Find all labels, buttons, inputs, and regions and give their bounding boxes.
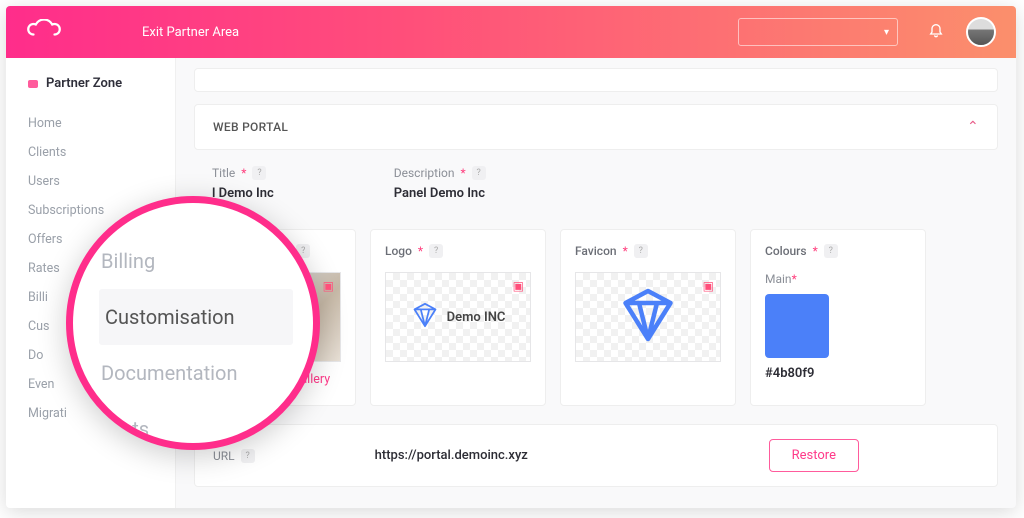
logo-card: Logo *? ▣ Demo INC xyxy=(370,229,546,406)
restore-button[interactable]: Restore xyxy=(769,439,859,472)
search-dropdown[interactable]: ▾ xyxy=(738,18,898,46)
exit-partner-area-link[interactable]: Exit Partner Area xyxy=(142,25,239,40)
section-header[interactable]: WEB PORTAL ⌃ xyxy=(195,105,997,149)
sidebar-item-clients[interactable]: Clients xyxy=(28,138,159,167)
partner-zone-icon xyxy=(28,80,38,88)
diamond-icon xyxy=(411,301,439,333)
required-icon: * xyxy=(460,166,465,180)
required-icon: * xyxy=(813,244,818,258)
chevron-up-icon: ⌃ xyxy=(967,119,979,135)
required-icon: * xyxy=(792,272,797,286)
description-value[interactable]: Panel Demo Inc xyxy=(394,186,486,201)
required-icon: * xyxy=(241,166,246,180)
brand-logo-icon xyxy=(26,19,62,45)
folder-icon[interactable]: ▣ xyxy=(513,279,524,293)
help-icon[interactable]: ? xyxy=(634,244,648,258)
logo-text: Demo INC xyxy=(447,310,506,325)
topbar: Exit Partner Area ▾ xyxy=(6,6,1016,58)
required-icon: * xyxy=(418,244,423,258)
url-value[interactable]: https://portal.demoinc.xyz xyxy=(375,448,528,463)
card-placeholder-top xyxy=(194,68,998,92)
help-icon[interactable]: ? xyxy=(472,166,486,180)
help-icon[interactable]: ? xyxy=(241,449,255,463)
magnifier-item-documentation: Documentation xyxy=(99,345,293,401)
favicon-card: Favicon *? ▣ xyxy=(560,229,736,406)
help-icon[interactable]: ? xyxy=(252,166,266,180)
magnifier-overlay: Billing Customisation Documentation vent… xyxy=(66,196,320,450)
folder-icon[interactable]: ▣ xyxy=(703,279,714,293)
magnifier-item-billing: Billing xyxy=(99,233,293,289)
main-colour-label: Main xyxy=(765,272,792,286)
caret-down-icon: ▾ xyxy=(884,27,889,38)
section-title: WEB PORTAL xyxy=(213,120,288,134)
colour-hex-value[interactable]: #4b80f9 xyxy=(765,366,911,381)
magnifier-item-customisation: Customisation xyxy=(99,289,293,345)
magnifier-item-events: vents xyxy=(99,401,293,450)
sidebar-title-text: Partner Zone xyxy=(46,76,122,91)
logo-thumbnail[interactable]: ▣ Demo INC xyxy=(385,272,531,362)
web-portal-card: WEB PORTAL ⌃ xyxy=(194,104,998,150)
url-row: URL ? https://portal.demoinc.xyz Restore xyxy=(194,424,998,487)
logo-label: Logo xyxy=(385,244,412,258)
favicon-label: Favicon xyxy=(575,244,617,258)
required-icon: * xyxy=(623,244,628,258)
colours-label: Colours xyxy=(765,244,807,258)
description-label: Description xyxy=(394,166,455,180)
help-icon[interactable]: ? xyxy=(429,244,443,258)
colour-swatch[interactable] xyxy=(765,294,829,358)
sidebar-title: Partner Zone xyxy=(28,76,159,91)
diamond-icon xyxy=(608,285,688,349)
url-label: URL xyxy=(213,449,235,463)
colours-card: Colours*? Main* #4b80f9 xyxy=(750,229,926,406)
sidebar-item-users[interactable]: Users xyxy=(28,167,159,196)
avatar[interactable] xyxy=(966,17,996,47)
title-desc-row: Title * ? l Demo Inc Description * ? Pan… xyxy=(194,162,998,201)
help-icon[interactable]: ? xyxy=(824,244,838,258)
folder-icon[interactable]: ▣ xyxy=(323,279,334,293)
bell-icon[interactable] xyxy=(928,22,944,42)
sidebar-item-home[interactable]: Home xyxy=(28,109,159,138)
title-field: Title * ? l Demo Inc xyxy=(212,166,274,201)
title-label: Title xyxy=(212,166,235,180)
description-field: Description * ? Panel Demo Inc xyxy=(394,166,486,201)
favicon-thumbnail[interactable]: ▣ xyxy=(575,272,721,362)
